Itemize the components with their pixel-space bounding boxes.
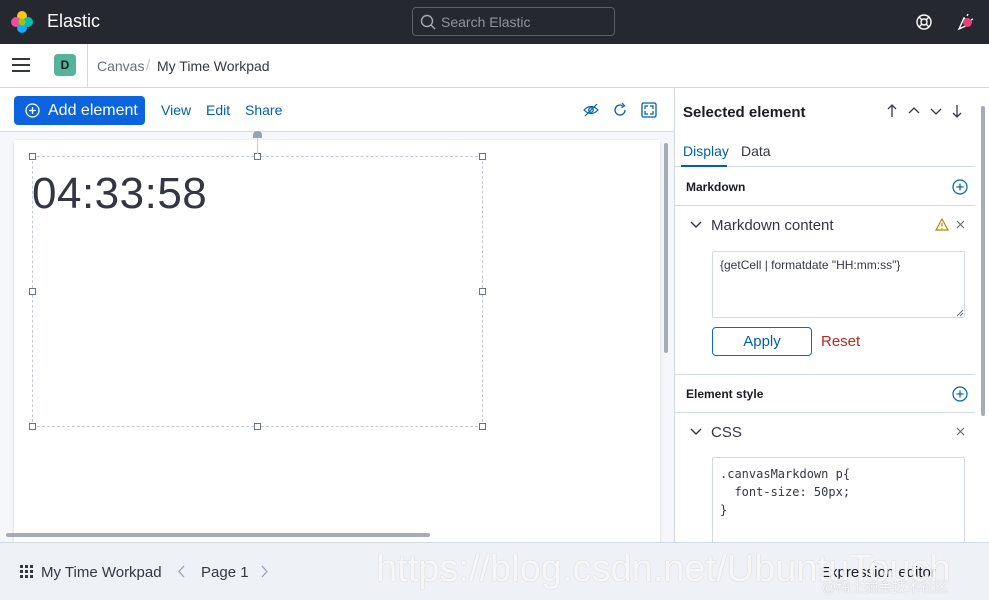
selected-element-box[interactable] [32, 156, 483, 427]
chevron-left-icon[interactable] [178, 565, 186, 578]
divider [87, 44, 88, 87]
css-label: CSS [711, 424, 742, 441]
breadcrumb-workpad: My Time Workpad [157, 58, 270, 74]
canvas-horizontal-scrollbar[interactable] [6, 533, 430, 537]
apps-grid-icon[interactable] [20, 565, 34, 579]
footer-workpad-title[interactable]: My Time Workpad [41, 564, 162, 581]
newsfeed-button[interactable] [956, 12, 980, 34]
chevron-down-icon[interactable] [690, 220, 702, 230]
plus-in-circle-icon[interactable] [952, 386, 968, 402]
brand-name: Elastic [47, 11, 101, 31]
share-menu[interactable]: Share [245, 102, 282, 118]
resize-handle[interactable] [479, 288, 486, 295]
resize-handle[interactable] [254, 423, 261, 430]
css-editor[interactable]: .canvasMarkdown p{ font-size: 50px; } [712, 457, 965, 542]
apply-button[interactable]: Apply [712, 327, 812, 356]
markdown-content-input[interactable]: {getCell | formatdate "HH:mm:ss"} [712, 251, 965, 318]
resize-handle[interactable] [479, 153, 486, 160]
sidebar-tabs: Display Data [675, 140, 975, 167]
workpad-footer: My Time Workpad Page 1 Expression editor… [0, 542, 989, 600]
elastic-logo-icon[interactable] [10, 10, 34, 34]
space-avatar[interactable]: D [54, 54, 76, 76]
resize-handle[interactable] [29, 153, 36, 160]
sidebar-scrollbar[interactable] [981, 106, 985, 416]
close-icon[interactable] [956, 220, 965, 229]
global-search[interactable] [412, 7, 615, 36]
tab-display[interactable]: Display [683, 143, 729, 159]
bring-to-front-icon[interactable] [885, 103, 899, 119]
search-input[interactable] [441, 12, 609, 32]
send-to-back-icon[interactable] [950, 103, 964, 119]
breadcrumb-bar: D Canvas / My Time Workpad [0, 44, 989, 88]
element-style-section-label: Element style [686, 387, 764, 401]
markdown-section-header: Markdown [675, 168, 975, 206]
resize-grip-icon[interactable] [956, 309, 964, 317]
add-element-button[interactable]: Add element [14, 96, 145, 125]
watermark-cn: @稀土掘金技术社区 [822, 579, 949, 595]
markdown-section-label: Markdown [686, 180, 746, 194]
workpad-canvas-area: 04:33:58 [0, 132, 674, 542]
notification-dot [963, 18, 972, 27]
resize-handle[interactable] [479, 423, 486, 430]
bring-forward-icon[interactable] [907, 103, 921, 119]
search-icon [420, 14, 436, 30]
chevron-right-icon[interactable] [260, 565, 268, 578]
plus-in-circle-icon [25, 103, 40, 118]
markdown-content-label: Markdown content [711, 217, 834, 234]
breadcrumb-canvas[interactable]: Canvas [97, 58, 144, 74]
send-backward-icon[interactable] [929, 103, 943, 119]
chevron-down-icon[interactable] [690, 427, 702, 437]
rotation-handle[interactable] [253, 131, 262, 138]
resize-handle[interactable] [29, 423, 36, 430]
resize-handle[interactable] [29, 288, 36, 295]
refresh-icon[interactable] [612, 102, 628, 118]
workpad-toolbar: Add element View Edit Share [0, 88, 674, 132]
css-accordion[interactable]: CSS [675, 414, 975, 450]
top-header: Elastic [0, 0, 989, 44]
fullscreen-icon[interactable] [641, 102, 657, 118]
breadcrumb-separator: / [146, 57, 151, 74]
reset-button[interactable]: Reset [821, 333, 860, 350]
eye-closed-icon[interactable] [583, 102, 599, 118]
workpad-page[interactable]: 04:33:58 [14, 140, 660, 542]
markdown-content-accordion[interactable]: Markdown content [675, 207, 975, 243]
hamburger-menu-icon[interactable] [12, 57, 30, 73]
warning-icon [935, 218, 949, 231]
add-element-label: Add element [48, 102, 138, 119]
active-tab-indicator [681, 165, 727, 167]
element-style-section-header: Element style [675, 375, 975, 413]
canvas-vertical-scrollbar[interactable] [664, 143, 668, 353]
help-icon[interactable] [914, 12, 934, 32]
sidebar-title: Selected element [683, 104, 806, 121]
close-icon[interactable] [956, 427, 965, 436]
view-menu[interactable]: View [161, 102, 191, 118]
plus-in-circle-icon[interactable] [952, 179, 968, 195]
resize-handle[interactable] [254, 153, 261, 160]
tab-data[interactable]: Data [741, 143, 771, 159]
element-sidebar: Selected element Display Data Markdown M… [674, 88, 989, 542]
edit-menu[interactable]: Edit [206, 102, 230, 118]
page-indicator[interactable]: Page 1 [201, 564, 249, 581]
